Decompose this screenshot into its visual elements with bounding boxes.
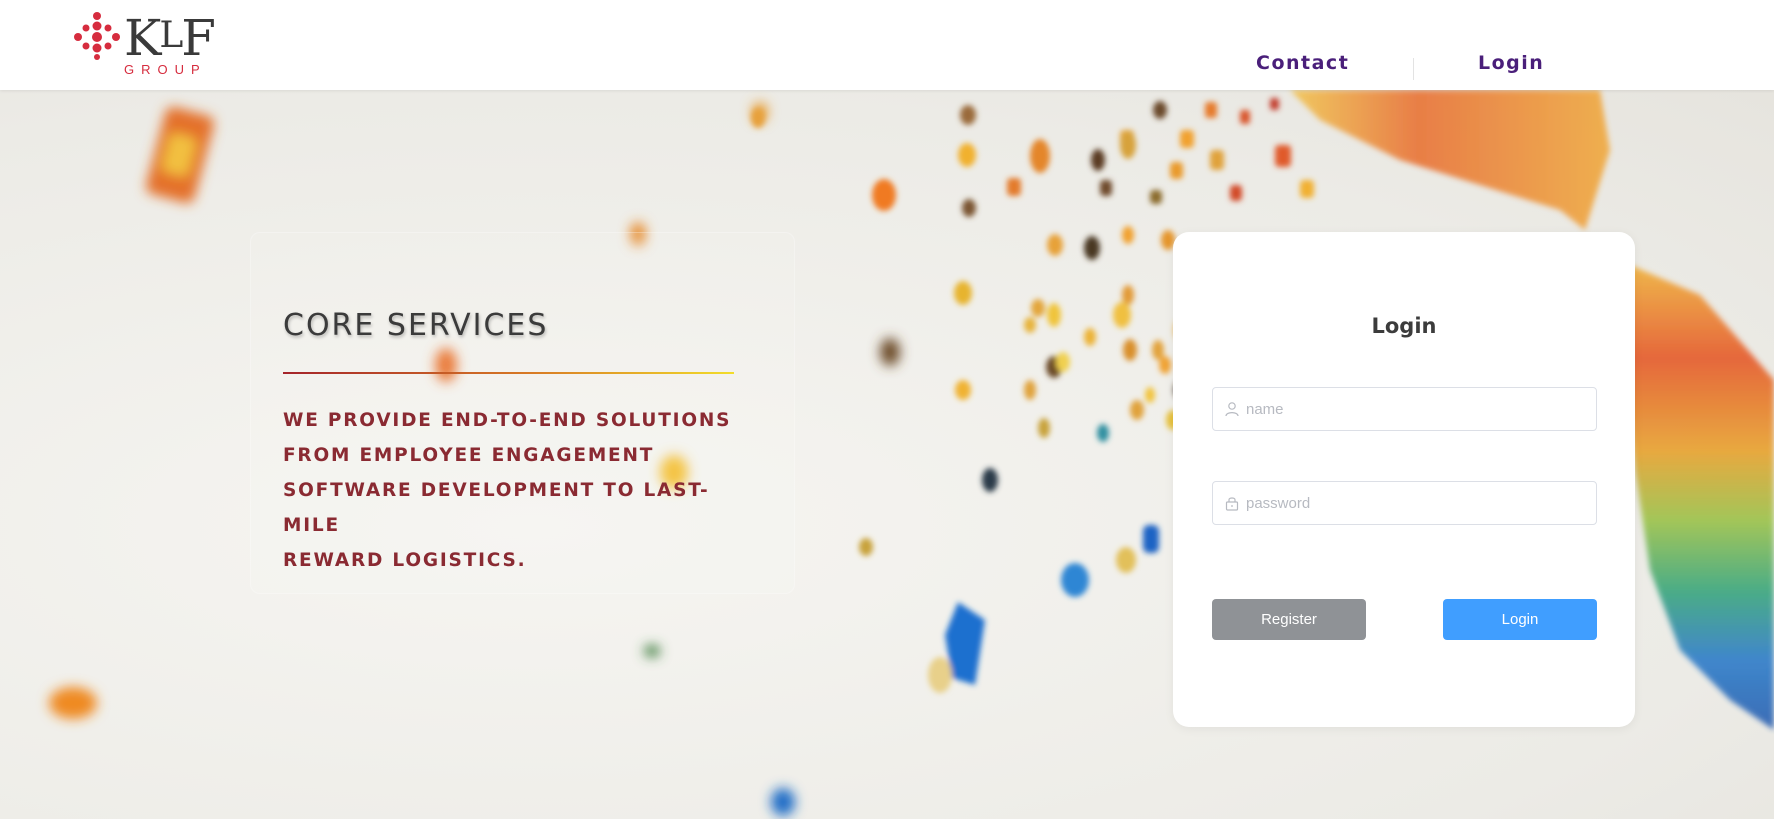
services-line-4: REWARD LOGISTICS. — [283, 550, 527, 571]
login-title: Login — [1371, 314, 1437, 338]
services-title: CORE SERVICES — [283, 308, 549, 343]
services-description: WE PROVIDE END-TO-END SOLUTIONS FROM EMP… — [283, 403, 763, 578]
logo-subtitle: GROUP — [124, 62, 207, 77]
nav-login-link[interactable]: Login — [1478, 52, 1544, 82]
nav-contact-link[interactable]: Contact — [1256, 52, 1349, 82]
name-field[interactable] — [1212, 387, 1597, 431]
login-button[interactable]: Login — [1443, 599, 1597, 640]
user-icon — [1225, 402, 1239, 417]
logo-mark-icon — [74, 12, 120, 60]
services-divider — [283, 372, 734, 374]
lock-icon — [1225, 497, 1239, 511]
site-header: KLF GROUP Contact Login — [0, 0, 1774, 90]
password-input[interactable] — [1246, 482, 1586, 524]
services-line-2: FROM EMPLOYEE ENGAGEMENT — [283, 445, 655, 466]
password-field[interactable] — [1212, 481, 1597, 525]
services-line-3: SOFTWARE DEVELOPMENT TO LAST-MILE — [283, 480, 710, 536]
nav-divider — [1413, 58, 1414, 80]
login-card: Login Register Login — [1173, 232, 1635, 727]
klf-logo[interactable]: KLF GROUP — [72, 10, 232, 78]
register-button[interactable]: Register — [1212, 599, 1366, 640]
services-line-1: WE PROVIDE END-TO-END SOLUTIONS — [283, 410, 732, 431]
name-input[interactable] — [1246, 388, 1586, 430]
